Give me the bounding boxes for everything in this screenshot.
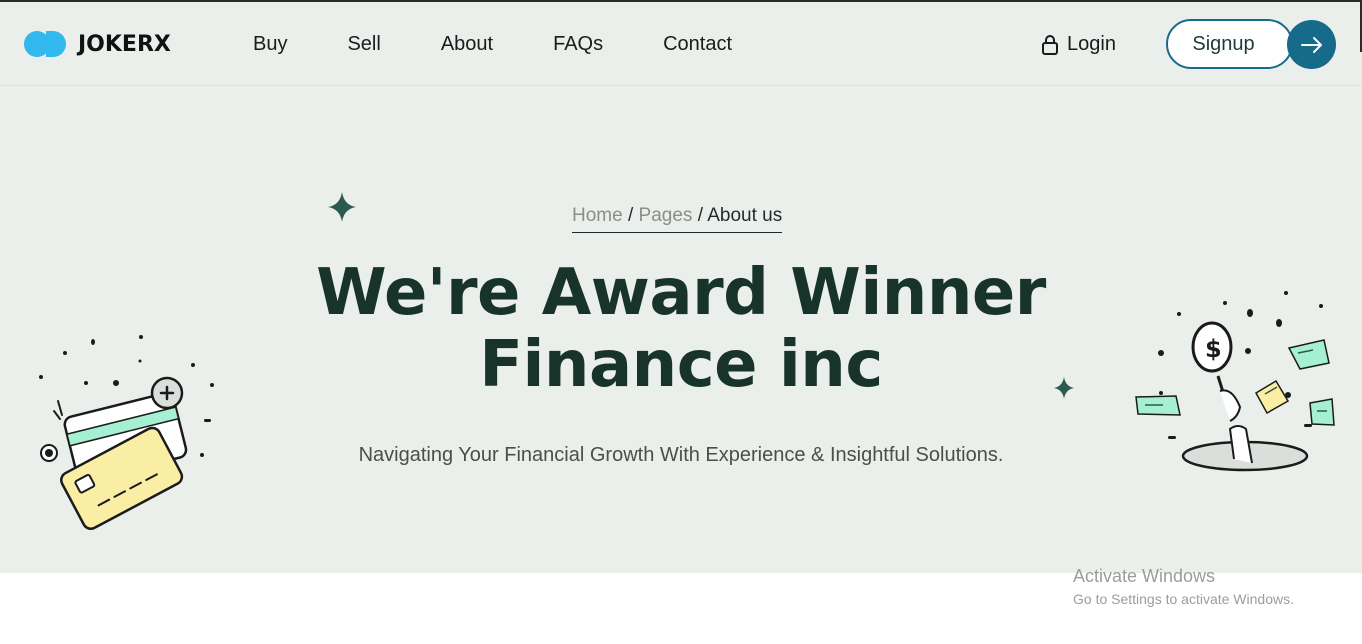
arrow-right-icon [1300,36,1322,53]
breadcrumb-separator: / [697,205,708,226]
brand-logo[interactable]: JOKERX [24,30,171,58]
signup-label: Signup [1192,32,1255,55]
breadcrumb-separator: / [627,205,639,226]
credit-cards-illustration [39,335,214,530]
windows-activation-watermark: Activate Windows Go to Settings to activ… [1073,566,1294,607]
nav-link-contact[interactable]: Contact [663,33,732,56]
hero-subtitle: Navigating Your Financial Growth With Ex… [358,444,1004,466]
watermark-title: Activate Windows [1073,566,1216,586]
login-label: Login [1067,33,1116,55]
site-header: JOKERX Buy Sell About FAQs Contact Login… [0,2,1362,86]
hero-title-line1: We're Award Winner [316,256,1046,330]
breadcrumb-pages[interactable]: Pages [639,205,693,226]
brand-name: JOKERX [78,31,171,57]
breadcrumb: Home / Pages / About us [572,205,783,233]
signup-button[interactable]: Signup [1166,19,1293,69]
login-link[interactable]: Login [1041,33,1116,56]
hero-title-line2: Finance inc [479,328,883,402]
logo-mark-icon [24,30,68,58]
nav-link-about[interactable]: About [441,33,493,56]
lock-icon [1042,34,1058,55]
nav-link-buy[interactable]: Buy [253,33,287,56]
breadcrumb-current: About us [707,205,783,226]
svg-text:$: $ [1205,335,1222,363]
signup-arrow-button[interactable] [1287,20,1336,69]
watermark-subtitle: Go to Settings to activate Windows. [1073,591,1294,607]
sparkle-icon [328,192,356,222]
main-nav: Buy Sell About FAQs Contact [253,33,792,56]
hero-title: We're Award Winner Finance inc [281,257,1081,401]
money-magnifier-illustration: $ [1135,291,1335,472]
nav-link-sell[interactable]: Sell [347,33,380,56]
nav-link-faqs[interactable]: FAQs [553,33,603,56]
breadcrumb-home[interactable]: Home [572,205,623,226]
